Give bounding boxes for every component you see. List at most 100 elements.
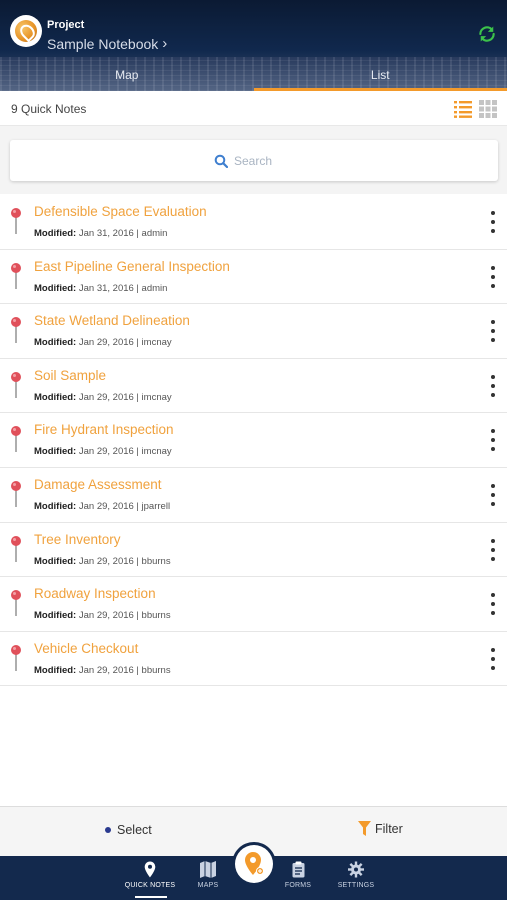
note-meta-value: Jan 29, 2016 | imcnay <box>76 337 172 349</box>
nav-settings[interactable]: SETTINGS <box>326 861 386 889</box>
modified-label: Modified: <box>34 664 77 676</box>
grid-view-icon[interactable] <box>479 100 497 118</box>
select-label: Select <box>117 823 152 837</box>
modified-label: Modified: <box>34 610 77 622</box>
more-options-icon[interactable] <box>489 429 497 452</box>
modified-label: Modified: <box>34 446 77 458</box>
tab-map[interactable]: Map <box>0 66 254 91</box>
select-dot-icon <box>105 827 111 833</box>
note-meta-value: Jan 31, 2016 | admin <box>76 228 168 239</box>
modified-label: Modified: <box>34 228 77 239</box>
sync-icon[interactable] <box>477 24 497 44</box>
more-options-icon[interactable] <box>489 265 497 288</box>
note-title: Damage Assessment <box>34 476 162 492</box>
notes-count: 9 Quick Notes <box>11 102 87 116</box>
list-item[interactable]: Tree Inventory Modified: Jan 29, 2016 | … <box>0 522 507 578</box>
note-title: State Wetland Delineation <box>34 313 190 329</box>
list-item[interactable]: Damage Assessment Modified: Jan 29, 2016… <box>0 467 507 523</box>
project-name: Sample Notebook <box>47 35 159 52</box>
chevron-right-icon: › <box>162 35 168 52</box>
nav-forms[interactable]: FORMS <box>268 861 328 889</box>
more-options-icon[interactable] <box>489 483 497 506</box>
location-pin-icon <box>11 371 21 398</box>
project-selector[interactable]: Sample Notebook › <box>47 35 167 52</box>
note-title: Roadway Inspection <box>34 586 156 602</box>
list-item[interactable]: Fire Hydrant Inspection Modified: Jan 29… <box>0 413 507 468</box>
note-title: Fire Hydrant Inspection <box>34 422 174 438</box>
more-options-icon[interactable] <box>489 593 497 616</box>
more-options-icon[interactable] <box>489 538 497 561</box>
note-meta: Modified: Jan 29, 2016 | imcnay <box>34 392 172 403</box>
nav-label: SETTINGS <box>337 882 375 889</box>
modified-label: Modified: <box>34 337 77 349</box>
note-meta-value: Jan 29, 2016 | bburns <box>76 610 171 622</box>
note-meta: Modified: Jan 29, 2016 | bburns <box>34 665 171 676</box>
note-meta-value: Jan 31, 2016 | admin <box>76 282 168 294</box>
list-item[interactable]: Defensible Space Evaluation Modified: Ja… <box>0 195 507 250</box>
note-title: Soil Sample <box>34 367 107 383</box>
tab-list[interactable]: List <box>253 66 507 91</box>
list-view-icon[interactable] <box>454 100 472 118</box>
modified-label: Modified: <box>34 555 77 567</box>
location-pin-icon <box>11 262 21 289</box>
more-options-icon[interactable] <box>489 647 497 670</box>
add-quick-note-button[interactable] <box>235 845 273 883</box>
list-item[interactable]: State Wetland Delineation Modified: Jan … <box>0 304 507 359</box>
nav-maps[interactable]: MAPS <box>178 861 238 889</box>
app-header: Project Sample Notebook › Map List <box>0 0 507 91</box>
note-title: Tree Inventory <box>34 531 121 547</box>
search-icon <box>214 154 228 168</box>
modified-label: Modified: <box>34 282 77 294</box>
modified-label: Modified: <box>34 391 77 403</box>
more-options-icon[interactable] <box>489 211 497 233</box>
nav-active-indicator <box>135 896 167 898</box>
search-box[interactable] <box>10 140 498 181</box>
select-button[interactable]: Select <box>105 823 152 837</box>
view-tabs: Map List <box>0 66 507 91</box>
list-subheader: 9 Quick Notes <box>0 91 507 126</box>
nav-label: QUICK NOTES <box>124 882 176 889</box>
project-label: Project <box>47 19 85 31</box>
list-item[interactable]: Roadway Inspection Modified: Jan 29, 201… <box>0 577 507 632</box>
nav-quick-notes[interactable]: QUICK NOTES <box>120 861 180 889</box>
filter-label: Filter <box>375 821 403 836</box>
list-item[interactable]: Vehicle Checkout Modified: Jan 29, 2016 … <box>0 631 507 687</box>
note-title: Vehicle Checkout <box>34 640 139 656</box>
note-meta: Modified: Jan 29, 2016 | bburns <box>34 556 171 567</box>
gear-icon <box>348 861 364 878</box>
note-meta-value: Jan 29, 2016 | imcnay <box>76 391 172 403</box>
location-pin-icon <box>11 535 21 562</box>
quick-notes-list: Defensible Space Evaluation Modified: Ja… <box>0 195 507 687</box>
project-logo-icon[interactable] <box>10 15 42 47</box>
note-meta: Modified: Jan 29, 2016 | imcnay <box>34 446 172 457</box>
note-meta-value: Jan 29, 2016 | bburns <box>76 555 171 567</box>
note-title: East Pipeline General Inspection <box>34 258 230 274</box>
location-pin-icon <box>11 644 21 671</box>
note-meta-value: Jan 29, 2016 | jparrell <box>76 500 171 512</box>
more-options-icon[interactable] <box>489 320 497 343</box>
location-pin-icon <box>11 480 21 507</box>
clipboard-icon <box>292 861 304 878</box>
note-meta: Modified: Jan 29, 2016 | imcnay <box>34 337 172 348</box>
filter-button[interactable]: Filter <box>358 821 403 836</box>
note-meta: Modified: Jan 31, 2016 | admin <box>34 283 167 294</box>
nav-label: MAPS <box>197 882 219 889</box>
location-pin-icon <box>11 317 21 344</box>
list-item[interactable]: East Pipeline General Inspection Modifie… <box>0 249 507 305</box>
note-meta-value: Jan 29, 2016 | bburns <box>76 664 171 676</box>
filter-icon <box>358 821 371 836</box>
location-pin-icon <box>11 590 21 617</box>
search-area <box>0 126 507 194</box>
more-options-icon[interactable] <box>489 374 497 397</box>
location-pin-icon <box>11 208 21 234</box>
note-title: Defensible Space Evaluation <box>34 204 207 219</box>
note-meta-value: Jan 29, 2016 | imcnay <box>76 446 172 458</box>
list-item[interactable]: Soil Sample Modified: Jan 29, 2016 | imc… <box>0 358 507 414</box>
modified-label: Modified: <box>34 500 77 512</box>
location-pin-icon <box>11 426 21 453</box>
nav-label: FORMS <box>284 882 312 889</box>
add-pin-icon <box>245 852 264 875</box>
note-meta: Modified: Jan 29, 2016 | jparrell <box>34 501 170 512</box>
map-icon <box>200 861 216 878</box>
search-input[interactable] <box>234 153 294 168</box>
